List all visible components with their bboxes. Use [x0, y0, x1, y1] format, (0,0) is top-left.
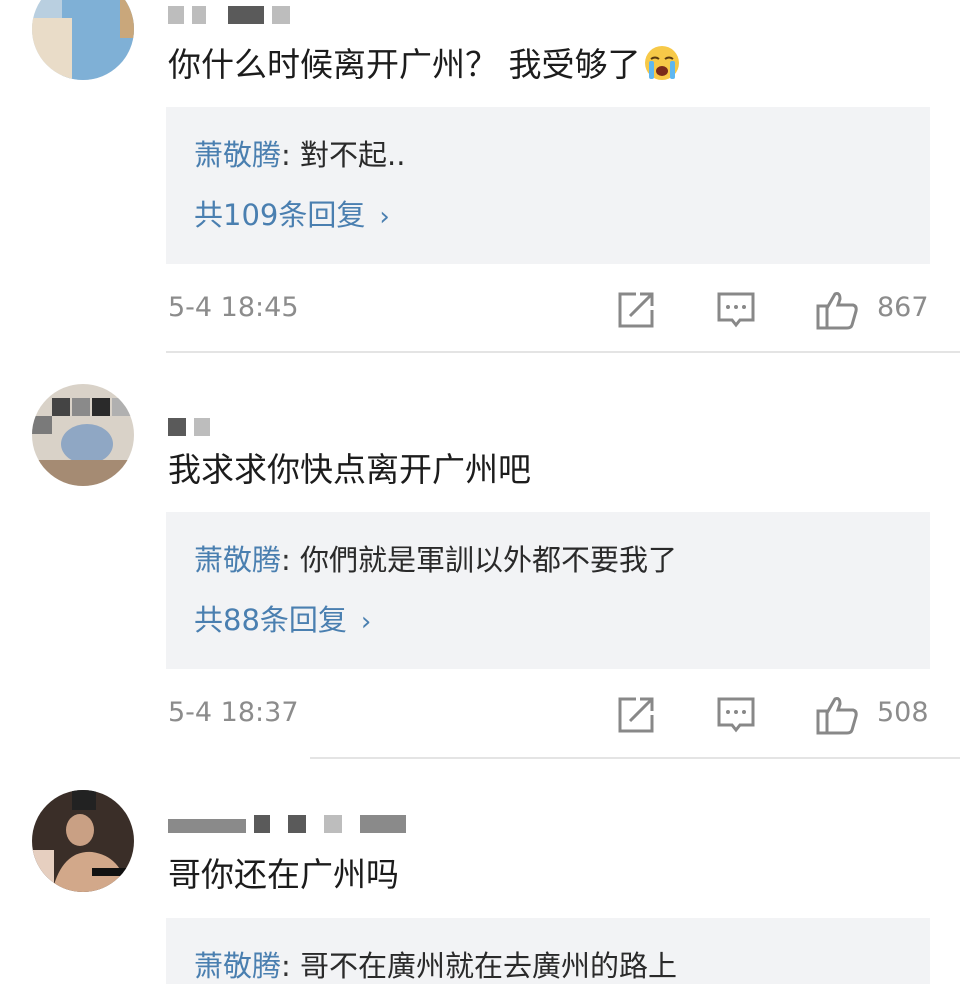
- share-icon[interactable]: [616, 695, 656, 735]
- reply-author[interactable]: 萧敬腾: [194, 949, 281, 983]
- reply-line: 萧敬腾: 對不起..: [194, 137, 405, 173]
- reply-author[interactable]: 萧敬腾: [194, 543, 281, 577]
- like-count: 508: [877, 697, 929, 728]
- comment-text: 你什么时候离开广州？ 我受够了: [168, 44, 681, 91]
- crying-face-icon: [643, 44, 681, 91]
- view-replies-link[interactable]: 共88条回复 ›: [194, 602, 371, 640]
- comment-icon[interactable]: [716, 290, 756, 330]
- timestamp: 5-4 18:37: [168, 697, 299, 728]
- comment-meta: 5-4 18:45 867: [0, 290, 960, 330]
- reply-separator: :: [281, 138, 291, 172]
- reply-preview[interactable]: 萧敬腾: 哥不在廣州就在去廣州的路上: [166, 918, 930, 984]
- like-count: 867: [877, 292, 929, 323]
- divider: [310, 757, 960, 759]
- chevron-right-icon: ›: [379, 202, 390, 232]
- comment-text: 哥你还在广州吗: [168, 855, 399, 894]
- chevron-right-icon: ›: [360, 607, 372, 637]
- avatar[interactable]: [32, 790, 134, 892]
- share-icon[interactable]: [616, 290, 656, 330]
- reply-separator: :: [281, 543, 291, 577]
- reply-count-label: 共88条回复: [194, 603, 347, 637]
- divider: [166, 351, 960, 353]
- reply-author[interactable]: 萧敬腾: [194, 138, 281, 172]
- username-redacted[interactable]: [168, 418, 210, 438]
- reply-text: 哥不在廣州就在去廣州的路上: [290, 949, 678, 983]
- reply-preview[interactable]: 萧敬腾: 你們就是軍訓以外都不要我了 共88条回复 ›: [166, 512, 930, 669]
- view-replies-link[interactable]: 共109条回复 ›: [194, 197, 390, 235]
- avatar[interactable]: [32, 0, 134, 80]
- thumbs-up-icon[interactable]: [816, 695, 858, 735]
- avatar[interactable]: [32, 384, 134, 486]
- reply-preview[interactable]: 萧敬腾: 對不起.. 共109条回复 ›: [166, 107, 930, 264]
- reply-text: 對不起..: [290, 138, 406, 172]
- username-redacted[interactable]: [168, 815, 406, 835]
- reply-separator: :: [281, 949, 291, 983]
- reply-line: 萧敬腾: 你們就是軍訓以外都不要我了: [194, 542, 677, 578]
- comment-meta: 5-4 18:37 508: [0, 695, 960, 735]
- reply-text: 你們就是軍訓以外都不要我了: [290, 543, 678, 577]
- timestamp: 5-4 18:45: [168, 292, 299, 323]
- thumbs-up-icon[interactable]: [816, 290, 858, 330]
- reply-count-label: 共109条回复: [194, 198, 366, 232]
- comment-icon[interactable]: [716, 695, 756, 735]
- reply-line: 萧敬腾: 哥不在廣州就在去廣州的路上: [194, 948, 677, 984]
- username-redacted[interactable]: [168, 6, 290, 26]
- comment-text: 我求求你快点离开广州吧: [168, 450, 531, 489]
